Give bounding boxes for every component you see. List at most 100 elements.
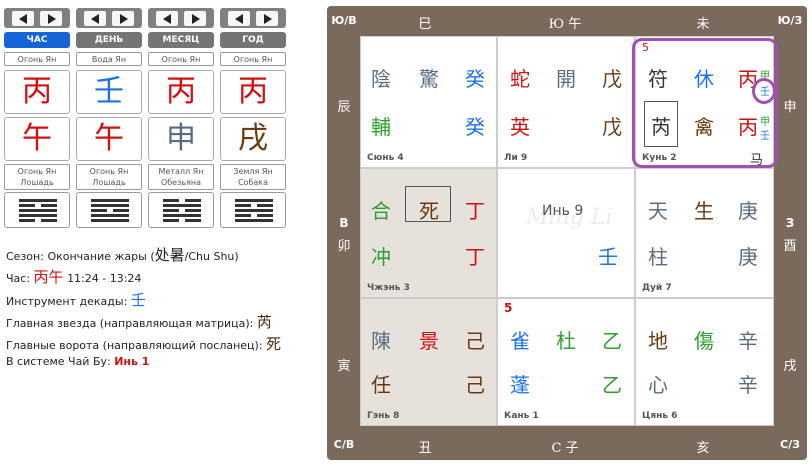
palace-char: 戊 — [602, 115, 622, 139]
frame-right-bot: 戌 — [783, 359, 797, 374]
branch-element: Огонь Ян — [17, 167, 57, 176]
palace-char: 心 — [648, 373, 668, 397]
palace-xun4[interactable]: 陰 驚 癸 輔 癸 Сюнь 4 — [360, 36, 497, 168]
highlight-circle — [752, 78, 776, 104]
palace-char: 丁 — [465, 245, 485, 269]
frame-bottom-right: 亥 — [696, 441, 710, 456]
palace-char: 生 — [694, 199, 714, 223]
branch-animal: Лошадь — [20, 178, 54, 187]
hexagram-year — [220, 192, 286, 228]
corner-sw: С/В — [333, 438, 355, 451]
palace-char: 傷 — [694, 329, 714, 353]
frame-left-top: 辰 — [337, 100, 351, 115]
day-nav — [76, 8, 142, 28]
palace-char: 任 — [371, 373, 391, 397]
palace-gen8[interactable]: 陳 景 己 任 己 Гэнь 8 — [360, 298, 497, 426]
gate-line: Главные ворота (направляющий посланец): … — [6, 333, 281, 354]
stem-element-day: Вода Ян — [76, 52, 142, 66]
corner-nw: Ю/В — [331, 14, 357, 27]
center-title: Инь 9 — [542, 203, 584, 219]
branch-day: 午 — [76, 117, 142, 161]
palace-char: 輔 — [371, 115, 391, 139]
year-next-button[interactable] — [256, 11, 278, 26]
palace-zhen3[interactable]: 合 死 丁 冲 丁 Чжэнь 3 — [360, 168, 497, 298]
day-next-button[interactable] — [112, 11, 134, 26]
system-label: В системе Чай Бу: — [6, 355, 111, 368]
palace-label: Дуй 7 — [642, 283, 672, 293]
palace-char: 死 — [419, 199, 439, 223]
hour-prev-button[interactable] — [12, 11, 34, 26]
frame-bottom-mid: С 子 — [551, 441, 579, 456]
palace-kan1[interactable]: 5 雀 杜 乙 蓬 乙 Кань 1 — [497, 298, 635, 426]
month-nav — [148, 8, 214, 28]
palace-char: 蛇 — [510, 67, 530, 91]
tab-month[interactable]: МЕСЯЦ — [148, 32, 214, 48]
palace-char: 蓬 — [510, 373, 530, 397]
frame-right-mid: 酉 — [783, 239, 797, 254]
corner-se: С/З — [780, 438, 800, 451]
palace-qian6[interactable]: 地 傷 辛 心 辛 Цянь 6 — [635, 298, 774, 426]
day-prev-button[interactable] — [84, 11, 106, 26]
branch-year: 戌 — [220, 117, 286, 161]
season-line: Сезон: Окончание жары (处暑/Chu Shu) — [6, 244, 239, 265]
palace-char: 辛 — [738, 373, 758, 397]
palace-center[interactable]: Ming Li Инь 9 壬 — [497, 168, 635, 298]
palace-char: 開 — [556, 67, 576, 91]
stem-hour: 丙 — [4, 70, 70, 114]
palace-number: 5 — [504, 301, 513, 315]
highlight-outline — [632, 38, 778, 168]
palace-char: 地 — [648, 329, 668, 353]
year-prev-button[interactable] — [228, 11, 250, 26]
month-next-button[interactable] — [184, 11, 206, 26]
hour-time: 11:24 - 13:24 — [67, 272, 142, 285]
branch-animal: Лошадь — [92, 178, 126, 187]
month-prev-button[interactable] — [156, 11, 178, 26]
branch-animal: Обезьяна — [160, 178, 202, 187]
stem-day: 壬 — [76, 70, 142, 114]
stem-year: 丙 — [220, 70, 286, 114]
season-value: Окончание жары ( — [47, 250, 155, 263]
gate-label: Главные ворота (направляющий посланец): — [6, 339, 263, 352]
frame-top-right: 未 — [696, 17, 710, 32]
tab-hour[interactable]: ЧАС — [4, 32, 70, 48]
branch-desc-hour: Огонь Ян Лошадь — [4, 164, 70, 190]
tab-day[interactable]: ДЕНЬ — [76, 32, 142, 48]
hexagram-month — [148, 192, 214, 228]
star-line: Главная звезда (направляющая матрица): 芮 — [6, 311, 272, 332]
palace-char: 驚 — [419, 67, 439, 91]
year-nav — [220, 8, 286, 28]
hour-hanzi: 丙午 — [33, 268, 64, 286]
tab-year[interactable]: ГОД — [220, 32, 286, 48]
branch-element: Огонь Ян — [89, 167, 129, 176]
palace-char: 己 — [465, 329, 485, 353]
frame-bottom-left: 丑 — [418, 441, 432, 456]
frame-top-left: 巳 — [418, 17, 432, 32]
gate-value: 死 — [266, 335, 282, 353]
frame-top-mid: Ю 午 — [548, 17, 582, 32]
decade-label: Инструмент декады: — [6, 295, 128, 308]
system-value: Инь 1 — [114, 355, 150, 368]
hour-next-button[interactable] — [40, 11, 62, 26]
palace-li9[interactable]: 蛇 開 戊 英 戊 Ли 9 — [497, 36, 635, 168]
frame-right-top: 申 — [783, 100, 797, 115]
hour-label: Час: — [6, 272, 31, 285]
stem-element-month: Огонь Ян — [148, 52, 214, 66]
palace-label: Гэнь 8 — [367, 411, 400, 421]
branch-month: 申 — [148, 117, 214, 161]
season-tail: /Chu Shu) — [184, 250, 239, 263]
palace-char: 己 — [465, 373, 485, 397]
system-line: В системе Чай Бу: Инь 1 — [6, 355, 149, 368]
stem-month: 丙 — [148, 70, 214, 114]
palace-label: Чжэнь 3 — [367, 283, 410, 293]
palace-char: 天 — [648, 199, 668, 223]
palace-char: 丁 — [465, 199, 485, 223]
branch-desc-day: Огонь Ян Лошадь — [76, 164, 142, 190]
corner-ne: Ю/З — [777, 14, 803, 27]
season-label: Сезон: — [6, 250, 44, 263]
palace-label: Ли 9 — [504, 153, 528, 163]
palace-char: 乙 — [602, 373, 622, 397]
palace-dui7[interactable]: 天 生 庚 柱 庚 Дуй 7 — [635, 168, 774, 298]
frame-left-bot: 寅 — [337, 359, 351, 374]
palace-label: Кань 1 — [504, 411, 539, 421]
branch-hour: 午 — [4, 117, 70, 161]
